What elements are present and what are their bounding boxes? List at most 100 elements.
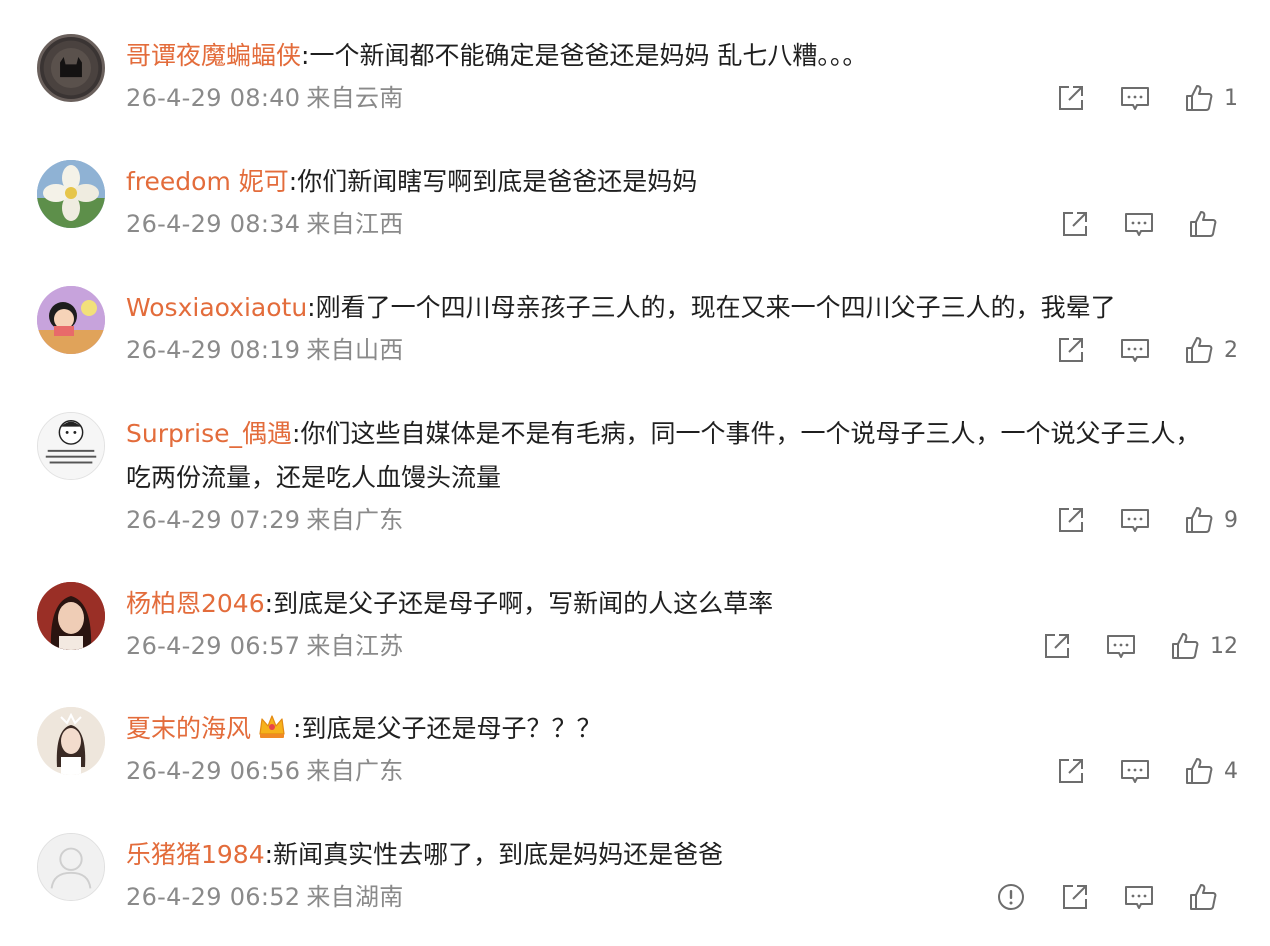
comment-text: 到底是父子还是母子？？？ (301, 714, 602, 743)
comment-line: Wosxiaoxiaotu:刚看了一个四川母亲孩子三人的，现在又来一个四川父子三… (126, 286, 1211, 330)
share-icon (1063, 885, 1087, 909)
location: 来自山西 (306, 336, 404, 364)
comment-actions (996, 879, 1238, 915)
share-icon (1059, 338, 1083, 362)
default-avatar-icon (38, 834, 104, 900)
comment-button[interactable] (1120, 753, 1150, 789)
timestamp: 26-4-29 07:29 (126, 506, 301, 534)
comment-meta: 26-4-29 06:52 来自湖南 (126, 881, 404, 913)
comment-actions: 12 (1042, 628, 1238, 664)
comment-icon (1121, 760, 1149, 783)
batman-avatar-icon (43, 40, 99, 96)
username-link[interactable]: freedom 妮可 (126, 167, 289, 196)
share-button[interactable] (1042, 628, 1072, 664)
like-button[interactable]: 2 (1184, 332, 1238, 368)
comment-actions: 1 (1056, 80, 1238, 116)
comment-line: 乐猪猪1984:新闻真实性去哪了，到底是妈妈还是爸爸 (126, 833, 1211, 877)
timestamp: 26-4-29 06:52 (126, 883, 301, 911)
comment-line: 哥谭夜魔蝙蝠侠:一个新闻都不能确定是爸爸还是妈妈 乱七八糟。。。 (126, 34, 1211, 78)
comment-text: 新闻真实性去哪了，到底是妈妈还是爸爸 (273, 840, 724, 869)
location: 来自湖南 (306, 883, 404, 911)
comment-meta: 26-4-29 08:34 来自江西 (126, 208, 404, 240)
avatar[interactable] (37, 582, 105, 650)
like-button[interactable] (1188, 206, 1238, 242)
avatar[interactable] (37, 412, 105, 480)
like-button[interactable]: 4 (1184, 753, 1238, 789)
like-icon (1190, 211, 1217, 237)
comment-actions: 9 (1056, 502, 1238, 538)
separator: : (307, 293, 316, 322)
like-count: 2 (1224, 337, 1238, 363)
girl-portrait-avatar-icon (37, 707, 105, 775)
like-button[interactable]: 12 (1170, 628, 1238, 664)
like-icon (1190, 884, 1217, 910)
username-link[interactable]: 哥谭夜魔蝙蝠侠 (126, 41, 301, 70)
comment-meta: 26-4-29 08:19 来自山西 (126, 334, 404, 366)
share-button[interactable] (1056, 332, 1086, 368)
report-button[interactable] (996, 879, 1026, 915)
comment-icon (1125, 886, 1153, 909)
like-button[interactable]: 1 (1184, 80, 1238, 116)
meme-avatar-icon (38, 413, 104, 479)
location: 来自江西 (306, 210, 404, 238)
comment-meta: 26-4-29 08:40 来自云南 (126, 82, 404, 114)
comment-icon (1125, 213, 1153, 236)
report-icon (998, 884, 1024, 910)
like-button[interactable]: 9 (1184, 502, 1238, 538)
flower-avatar-icon (37, 160, 105, 228)
username-link[interactable]: 杨柏恩2046 (126, 589, 265, 618)
share-button[interactable] (1060, 206, 1090, 242)
like-icon (1186, 85, 1213, 111)
comment-text: 你们新闻瞎写啊到底是爸爸还是妈妈 (297, 167, 698, 196)
timestamp: 26-4-29 06:56 (126, 757, 301, 785)
comment-line: 夏末的海风:到底是父子还是母子？？？ (126, 707, 1211, 754)
like-count: 12 (1210, 633, 1238, 659)
comment-button[interactable] (1124, 879, 1154, 915)
like-count: 4 (1224, 758, 1238, 784)
comment-button[interactable] (1120, 502, 1150, 538)
location: 来自云南 (306, 84, 404, 112)
comment-icon (1121, 87, 1149, 110)
share-button[interactable] (1056, 80, 1086, 116)
comment-button[interactable] (1120, 332, 1150, 368)
comment-line: Surprise_偶遇:你们这些自媒体是不是有毛病，同一个事件，一个说母子三人，… (126, 412, 1211, 500)
share-button[interactable] (1056, 502, 1086, 538)
timestamp: 26-4-29 08:34 (126, 210, 301, 238)
username-link[interactable]: Surprise_偶遇 (126, 419, 292, 448)
share-icon (1063, 212, 1087, 236)
comment-button[interactable] (1106, 628, 1136, 664)
username-link[interactable]: 乐猪猪1984 (126, 840, 265, 869)
comment-actions: 4 (1056, 753, 1238, 789)
comment-button[interactable] (1120, 80, 1150, 116)
comment-actions (1060, 206, 1238, 242)
share-button[interactable] (1056, 753, 1086, 789)
like-icon (1186, 507, 1213, 533)
avatar[interactable] (37, 833, 105, 901)
share-icon (1059, 508, 1083, 532)
woman-portrait-avatar-icon (37, 582, 105, 650)
crown-badge-icon[interactable] (257, 710, 287, 754)
like-icon (1186, 337, 1213, 363)
avatar[interactable] (37, 160, 105, 228)
avatar[interactable] (37, 34, 105, 102)
username-link[interactable]: Wosxiaoxiaotu (126, 293, 307, 322)
comment-list: 哥谭夜魔蝙蝠侠:一个新闻都不能确定是爸爸还是妈妈 乱七八糟。。。 26-4-29… (0, 0, 1270, 946)
like-icon (1186, 758, 1213, 784)
comment-meta: 26-4-29 06:57 来自江苏 (126, 630, 404, 662)
separator: : (288, 167, 298, 196)
comment-text: 到底是父子还是母子啊，写新闻的人这么草率 (273, 589, 774, 618)
location: 来自广东 (306, 757, 404, 785)
comment-text: 一个新闻都不能确定是爸爸还是妈妈 乱七八糟。。。 (309, 41, 868, 70)
comment-button[interactable] (1124, 206, 1154, 242)
avatar[interactable] (37, 286, 105, 354)
comment-icon (1107, 635, 1135, 658)
comment-meta: 26-4-29 06:56 来自广东 (126, 755, 404, 787)
comment-text: 刚看了一个四川母亲孩子三人的，现在又来一个四川父子三人的，我晕了 (315, 293, 1116, 322)
share-icon (1059, 759, 1083, 783)
avatar[interactable] (37, 707, 105, 775)
like-count: 9 (1224, 507, 1238, 533)
share-button[interactable] (1060, 879, 1090, 915)
like-button[interactable] (1188, 879, 1238, 915)
username-link[interactable]: 夏末的海风 (126, 714, 251, 743)
comment-icon (1121, 339, 1149, 362)
